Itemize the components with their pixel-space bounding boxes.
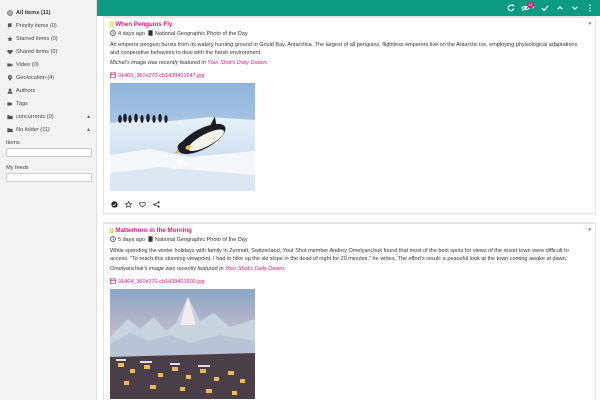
video-icon — [6, 62, 14, 68]
tag-icon — [6, 101, 14, 107]
sidebar-item-label: Priority items (0) — [16, 22, 57, 29]
collapse-caret-icon[interactable]: ▴ — [87, 113, 90, 120]
share-icon[interactable] — [152, 200, 160, 208]
credit-link[interactable]: Your Shot's Daily Dozen — [207, 60, 266, 66]
matterhorn-photo — [110, 289, 255, 399]
refresh-icon[interactable] — [503, 0, 518, 16]
flag-icon — [6, 22, 14, 29]
article-title-text: When Penguins Fly — [115, 21, 173, 28]
article-source: National Geographic Photo of the Day — [154, 236, 248, 243]
sidebar-item-label: Tags — [16, 100, 28, 107]
sidebar-item-label: Geolocation (4) — [16, 74, 55, 81]
sidebar-item-label: All items (11) — [16, 9, 51, 16]
credit-prefix: Michel's image was recently featured in — [110, 60, 208, 66]
user-icon — [6, 87, 14, 94]
sidebar-item-all-items[interactable]: All items (11) — [0, 6, 96, 19]
article-actions — [110, 199, 589, 209]
attachment-name: 91464_360x270-cb1439401600.jpg — [118, 279, 205, 285]
credit-suffix: . — [266, 60, 268, 66]
article-list: ▾ ▯ When Penguins Fly 4 days ago Nationa… — [97, 16, 600, 400]
article-source: National Geographic Photo of the Day — [154, 30, 248, 37]
penguin-photo — [110, 83, 255, 191]
attachment-link[interactable]: 91464_360x270-cb1439401600.jpg — [110, 278, 589, 286]
attachment-name: 91465_360x270-cb1439401647.jpg — [118, 73, 205, 79]
mark-read-icon[interactable] — [537, 0, 552, 16]
next-icon[interactable] — [567, 0, 582, 16]
more-vertical-icon[interactable] — [582, 0, 597, 16]
toolbar: 11 ▾ — [503, 0, 597, 16]
star-icon[interactable] — [124, 200, 132, 208]
sidebar-item-authors[interactable]: Authors — [0, 84, 96, 97]
sidebar-item-concurrents[interactable]: concurrents (0) ▴ — [0, 110, 96, 123]
feed-container: ▾ ▯ When Penguins Fly 4 days ago Nationa… — [97, 16, 600, 400]
sidebar-item-video[interactable]: Video (0) — [0, 58, 96, 71]
credit-link[interactable]: Your Shot's Daily Dozen — [225, 266, 284, 272]
article-meta: 4 days ago National Geographic Photo of … — [110, 29, 589, 38]
article-credit: Omelyanchuk's image was recently feature… — [110, 265, 583, 273]
items-filter-input[interactable] — [6, 148, 92, 157]
sidebar-item-label: Shared items (0) — [16, 48, 58, 55]
feeds-filter-input[interactable] — [6, 173, 92, 182]
star-icon — [6, 35, 14, 42]
scrollbar[interactable] — [596, 16, 600, 400]
credit-suffix: . — [284, 266, 286, 272]
article-age: 4 days ago — [118, 30, 145, 37]
feed-icon — [148, 235, 153, 244]
sidebar-item-no-folder[interactable]: No folder (11) ▴ — [0, 123, 96, 136]
unread-count-badge: 11 — [527, 2, 534, 8]
heart-icon — [6, 49, 14, 55]
bookmark-icon: ▯ — [110, 22, 114, 28]
collapse-caret-icon[interactable]: ▴ — [87, 126, 90, 133]
article-card[interactable]: ▾ ▯ Matterhorn in the Morning 5 days ago… — [103, 222, 596, 400]
calendar-icon — [110, 72, 116, 80]
article-credit: Michel's image was recently featured in … — [110, 59, 583, 67]
clock-icon — [110, 235, 116, 244]
globe-icon — [6, 9, 14, 16]
sidebar-section-feeds: My feeds — [6, 165, 29, 171]
article-title[interactable]: ▯ When Penguins Fly — [110, 20, 589, 29]
article-card[interactable]: ▾ ▯ When Penguins Fly 4 days ago Nationa… — [103, 16, 596, 214]
location-pin-icon — [6, 74, 14, 81]
collapse-caret-icon[interactable]: ▾ — [588, 227, 591, 233]
feed-icon — [148, 29, 153, 38]
calendar-icon — [110, 278, 116, 286]
article-paragraph: An emperor penguin bursts from its water… — [110, 42, 578, 56]
bookmark-icon: ▯ — [110, 228, 114, 234]
sidebar: All items (11) Priority items (0) Starre… — [0, 0, 97, 400]
sidebar-item-label: Video (0) — [16, 61, 39, 68]
attachment-link[interactable]: 91465_360x270-cb1439401647.jpg — [110, 72, 589, 80]
check-circle-icon[interactable] — [110, 200, 118, 208]
previous-icon[interactable] — [552, 0, 567, 16]
article-body: While spending the winter holidays with … — [110, 247, 589, 273]
article-meta: 5 days ago National Geographic Photo of … — [110, 235, 589, 244]
credit-prefix: Omelyanchuk's image was recently feature… — [110, 266, 225, 272]
sidebar-item-label: No folder (11) — [16, 126, 50, 133]
sidebar-item-shared[interactable]: Shared items (0) — [0, 45, 96, 58]
article-title[interactable]: ▯ Matterhorn in the Morning — [110, 226, 589, 235]
sidebar-item-tags[interactable]: Tags — [0, 97, 96, 110]
article-title-text: Matterhorn in the Morning — [115, 227, 192, 234]
top-bar: 11 ▾ — [97, 0, 600, 16]
sidebar-item-label: Authors — [16, 87, 36, 94]
sidebar-item-geolocation[interactable]: Geolocation (4) — [0, 71, 96, 84]
article-age: 5 days ago — [118, 236, 145, 243]
clock-icon — [110, 29, 116, 38]
article-body: An emperor penguin bursts from its water… — [110, 41, 589, 67]
article-paragraph: While spending the winter holidays with … — [110, 248, 569, 262]
unread-eye-icon[interactable]: 11 — [518, 0, 534, 16]
sidebar-item-label: Starred items (0) — [16, 35, 58, 42]
sidebar-item-label: concurrents (0) — [16, 113, 54, 120]
folder-icon — [6, 114, 14, 120]
folder-icon — [6, 127, 14, 133]
collapse-caret-icon[interactable]: ▾ — [588, 21, 591, 27]
heart-icon[interactable] — [138, 200, 146, 208]
sidebar-section-items: Items — [6, 140, 20, 146]
sidebar-item-starred[interactable]: Starred items (0) — [0, 32, 96, 45]
sidebar-item-priority[interactable]: Priority items (0) — [0, 19, 96, 32]
